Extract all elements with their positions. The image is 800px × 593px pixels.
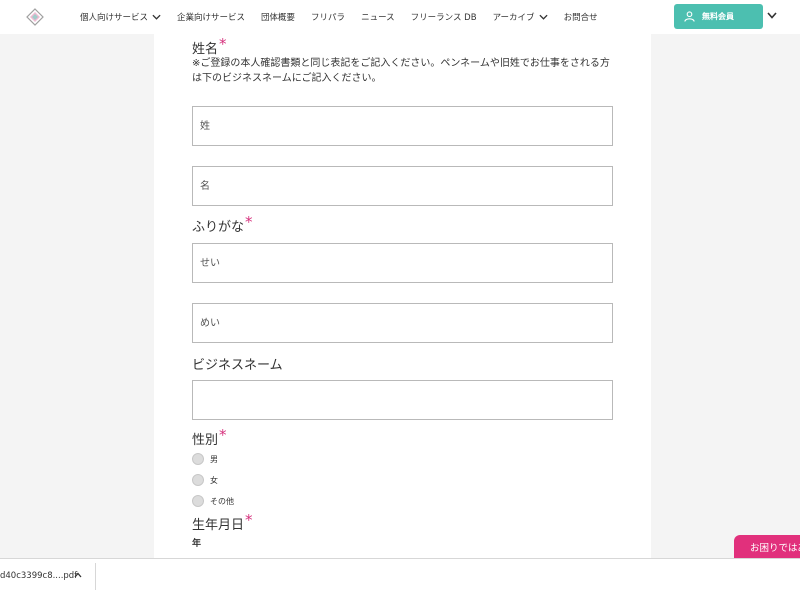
- gender-option-female[interactable]: 女: [192, 474, 218, 486]
- download-file-name[interactable]: d40c3399c8....pdf: [0, 571, 77, 581]
- radio-button[interactable]: [192, 453, 204, 465]
- divider: [95, 563, 96, 590]
- radio-button[interactable]: [192, 495, 204, 507]
- nav-fripara[interactable]: フリパラ: [311, 11, 345, 23]
- gender-option-male[interactable]: 男: [192, 453, 218, 465]
- gender-option-other[interactable]: その他: [192, 495, 234, 507]
- gender-label: 性別*: [192, 426, 227, 448]
- nav-archive[interactable]: アーカイブ: [493, 11, 548, 23]
- member-menu-chevron-icon[interactable]: [767, 12, 777, 19]
- last-name-input[interactable]: [192, 106, 613, 146]
- nav-contact[interactable]: お問合せ: [564, 11, 598, 23]
- required-mark: *: [245, 213, 253, 231]
- user-icon: [684, 11, 695, 22]
- chevron-up-icon[interactable]: [74, 572, 82, 578]
- chevron-down-icon: [538, 14, 548, 20]
- main-nav: 個人向けサービス 企業向けサービス 団体概要 フリパラ ニュース フリーランス …: [80, 0, 614, 34]
- free-member-button[interactable]: 無料会員: [674, 4, 763, 29]
- site-header: 個人向けサービス 企業向けサービス 団体概要 フリパラ ニュース フリーランス …: [0, 0, 800, 34]
- download-bar: d40c3399c8....pdf: [0, 558, 800, 593]
- required-mark: *: [219, 35, 227, 53]
- nav-freelance-db[interactable]: フリーランス DB: [411, 11, 477, 23]
- nav-news[interactable]: ニュース: [361, 11, 395, 23]
- business-name-input[interactable]: [192, 380, 613, 420]
- business-name-label: ビジネスネーム: [192, 358, 283, 373]
- nav-corporate-services[interactable]: 企業向けサービス: [177, 11, 245, 23]
- radio-button[interactable]: [192, 474, 204, 486]
- required-mark: *: [219, 426, 227, 444]
- help-chat-tab[interactable]: お困りではありませんか: [734, 535, 800, 558]
- name-label: 姓名*: [192, 35, 227, 57]
- required-mark: *: [245, 511, 253, 529]
- last-kana-input[interactable]: [192, 243, 613, 283]
- site-logo-icon[interactable]: [26, 8, 44, 26]
- kana-label: ふりがな*: [192, 213, 253, 235]
- nav-organization[interactable]: 団体概要: [261, 11, 295, 23]
- nav-individual-services[interactable]: 個人向けサービス: [80, 11, 161, 23]
- name-note: ※ご登録の本人確認書類と同じ表記をご記入ください。ペンネームや旧姓でお仕事をされ…: [192, 58, 610, 84]
- chevron-down-icon: [152, 14, 161, 20]
- first-kana-input[interactable]: [192, 303, 613, 343]
- birth-year-label: 年: [192, 539, 202, 549]
- first-name-input[interactable]: [192, 166, 613, 206]
- birthdate-label: 生年月日*: [192, 511, 253, 533]
